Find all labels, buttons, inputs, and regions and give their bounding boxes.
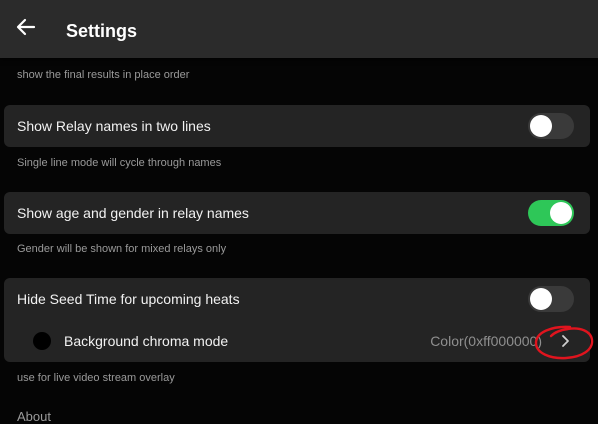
toggle-knob: [530, 288, 552, 310]
age-gender-toggle[interactable]: [528, 200, 574, 226]
setting-background-chroma[interactable]: Background chroma mode Color(0xff000000): [4, 320, 590, 362]
app-bar: Settings: [0, 0, 598, 58]
settings-group-display: Hide Seed Time for upcoming heats Backgr…: [4, 278, 590, 362]
setting-hide-seed-time[interactable]: Hide Seed Time for upcoming heats: [4, 278, 590, 320]
chroma-value: Color(0xff000000): [430, 333, 542, 349]
arrow-left-icon[interactable]: [14, 15, 38, 39]
about-section-heading: About: [17, 409, 51, 424]
toggle-knob: [550, 202, 572, 224]
toggle-knob: [530, 115, 552, 137]
setting-label: Background chroma mode: [64, 333, 229, 349]
chroma-caption: use for live video stream overlay: [17, 372, 175, 384]
age-gender-caption: Gender will be shown for mixed relays on…: [17, 243, 227, 255]
setting-label: Show Relay names in two lines: [17, 118, 211, 134]
chevron-right-icon[interactable]: [560, 334, 570, 348]
hide-seed-time-toggle[interactable]: [528, 286, 574, 312]
setting-relay-two-lines[interactable]: Show Relay names in two lines: [4, 105, 590, 147]
setting-label: Show age and gender in relay names: [17, 205, 249, 221]
setting-label: Hide Seed Time for upcoming heats: [17, 291, 240, 307]
results-caption: show the final results in place order: [17, 69, 190, 81]
page-title: Settings: [66, 21, 138, 41]
color-swatch-icon: [33, 332, 51, 350]
relay-two-lines-toggle[interactable]: [528, 113, 574, 139]
setting-age-gender[interactable]: Show age and gender in relay names: [4, 192, 590, 234]
relay-two-lines-caption: Single line mode will cycle through name…: [17, 157, 222, 169]
